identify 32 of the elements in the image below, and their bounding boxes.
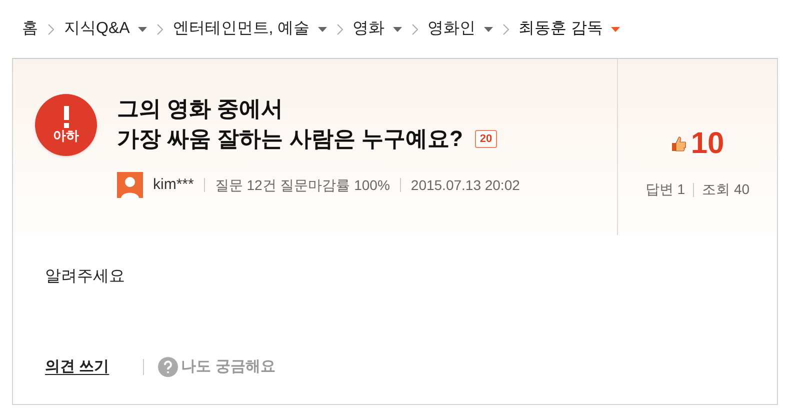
bounty-badge: 20 — [474, 130, 498, 148]
write-comment-link[interactable]: 의견 쓰기 — [45, 356, 110, 378]
thumbs-up-icon[interactable] — [670, 136, 687, 152]
chevron-icon — [156, 24, 163, 34]
question-title: 그의 영화 중에서 — [117, 95, 284, 123]
caret-icon[interactable] — [318, 26, 327, 32]
breadcrumb-link[interactable]: 엔터테인먼트, 예술 — [172, 17, 310, 41]
breadcrumb-link[interactable]: 지식Q&A — [64, 17, 130, 41]
caret-icon[interactable] — [484, 26, 493, 32]
aha-badge: 아하 — [35, 94, 97, 156]
author-stats: 질문 12건 질문마감률 100% — [214, 176, 390, 194]
view-count: 조회 40 — [702, 180, 750, 199]
question-icon — [158, 356, 178, 377]
like-count: 10 — [690, 129, 724, 159]
chevron-icon — [412, 24, 418, 34]
question-title: 가장 싸움 잘하는 사람은 누구예요? — [117, 125, 463, 153]
avatar-icon — [117, 172, 143, 198]
chevron-icon — [336, 24, 343, 34]
chevron-icon — [502, 24, 509, 34]
exclamation-icon — [62, 106, 70, 128]
breadcrumb-link[interactable]: 영화 — [352, 17, 385, 41]
caret-icon[interactable] — [392, 26, 402, 32]
caret-icon[interactable] — [138, 26, 147, 32]
answer-count: 답변 1 — [645, 180, 686, 199]
chevron-icon — [48, 24, 54, 34]
caret-icon[interactable] — [611, 26, 620, 32]
author-name[interactable]: kim*** — [153, 174, 194, 196]
breadcrumb-link[interactable]: 홈 — [22, 17, 38, 41]
breadcrumb-link[interactable]: 영화인 — [428, 17, 476, 41]
post-date: 2015.07.13 20:02 — [410, 176, 520, 194]
question-body: 알려주세요 — [44, 267, 126, 287]
breadcrumb-link[interactable]: 최동훈 감독 — [518, 17, 604, 41]
